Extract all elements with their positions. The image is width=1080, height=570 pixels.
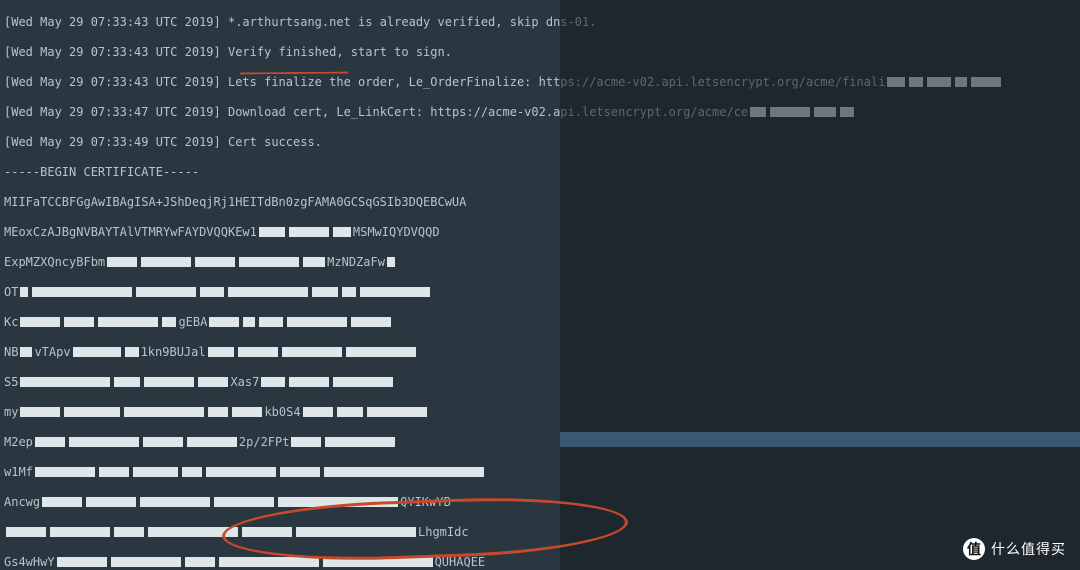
cert-row: MEoxCzAJBgNVBAYTAlVTMRYwFAYDVQQKEw1MSMwI…: [4, 225, 1076, 240]
cert-row: LhgmIdc: [4, 525, 1076, 540]
log-line: [Wed May 29 07:33:43 UTC 2019] *.arthurt…: [4, 15, 1076, 30]
timestamp: [Wed May 29 07:33:49 UTC 2019]: [4, 135, 221, 149]
cert-row: S5Xas7: [4, 375, 1076, 390]
log-message: Verify finished, start to sign.: [221, 45, 452, 59]
timestamp: [Wed May 29 07:33:43 UTC 2019]: [4, 75, 221, 89]
log-message: Download cert, Le_LinkCert: https://acme…: [221, 105, 748, 119]
timestamp: [Wed May 29 07:33:43 UTC 2019]: [4, 45, 221, 59]
cert-row: KcgEBA: [4, 315, 1076, 330]
cert-row: M2ep2p/2FPt: [4, 435, 1076, 450]
log-line: [Wed May 29 07:33:43 UTC 2019] Verify fi…: [4, 45, 1076, 60]
cert-row: OT: [4, 285, 1076, 300]
terminal-output: [Wed May 29 07:33:43 UTC 2019] *.arthurt…: [0, 0, 1080, 570]
log-message: *.arthurtsang.net is already verified, s…: [221, 15, 597, 29]
timestamp: [Wed May 29 07:33:43 UTC 2019]: [4, 15, 221, 29]
cert-row: NBvTApv1kn9BUJal: [4, 345, 1076, 360]
cert-row: Gs4wHwYQUHAQEE: [4, 555, 1076, 570]
cert-row: w1Mf: [4, 465, 1076, 480]
log-line: [Wed May 29 07:33:47 UTC 2019] Download …: [4, 105, 1076, 120]
cert-row: ExpMZXQncyBFbmMzNDZaFw: [4, 255, 1076, 270]
cert-row: AncwgQYIKwYB: [4, 495, 1076, 510]
cert-begin: -----BEGIN CERTIFICATE-----: [4, 165, 1076, 180]
cert-row: mykb0S4: [4, 405, 1076, 420]
log-line: [Wed May 29 07:33:43 UTC 2019] Lets fina…: [4, 75, 1076, 90]
log-line: [Wed May 29 07:33:49 UTC 2019] Cert succ…: [4, 135, 1076, 150]
timestamp: [Wed May 29 07:33:47 UTC 2019]: [4, 105, 221, 119]
cert-row: MIIFaTCCBFGgAwIBAgISA+JShDeqjRj1HEITdBn0…: [4, 195, 1076, 210]
log-message-cert-success: Cert success.: [221, 135, 322, 149]
log-message: Lets finalize the order, Le_OrderFinaliz…: [221, 75, 886, 89]
